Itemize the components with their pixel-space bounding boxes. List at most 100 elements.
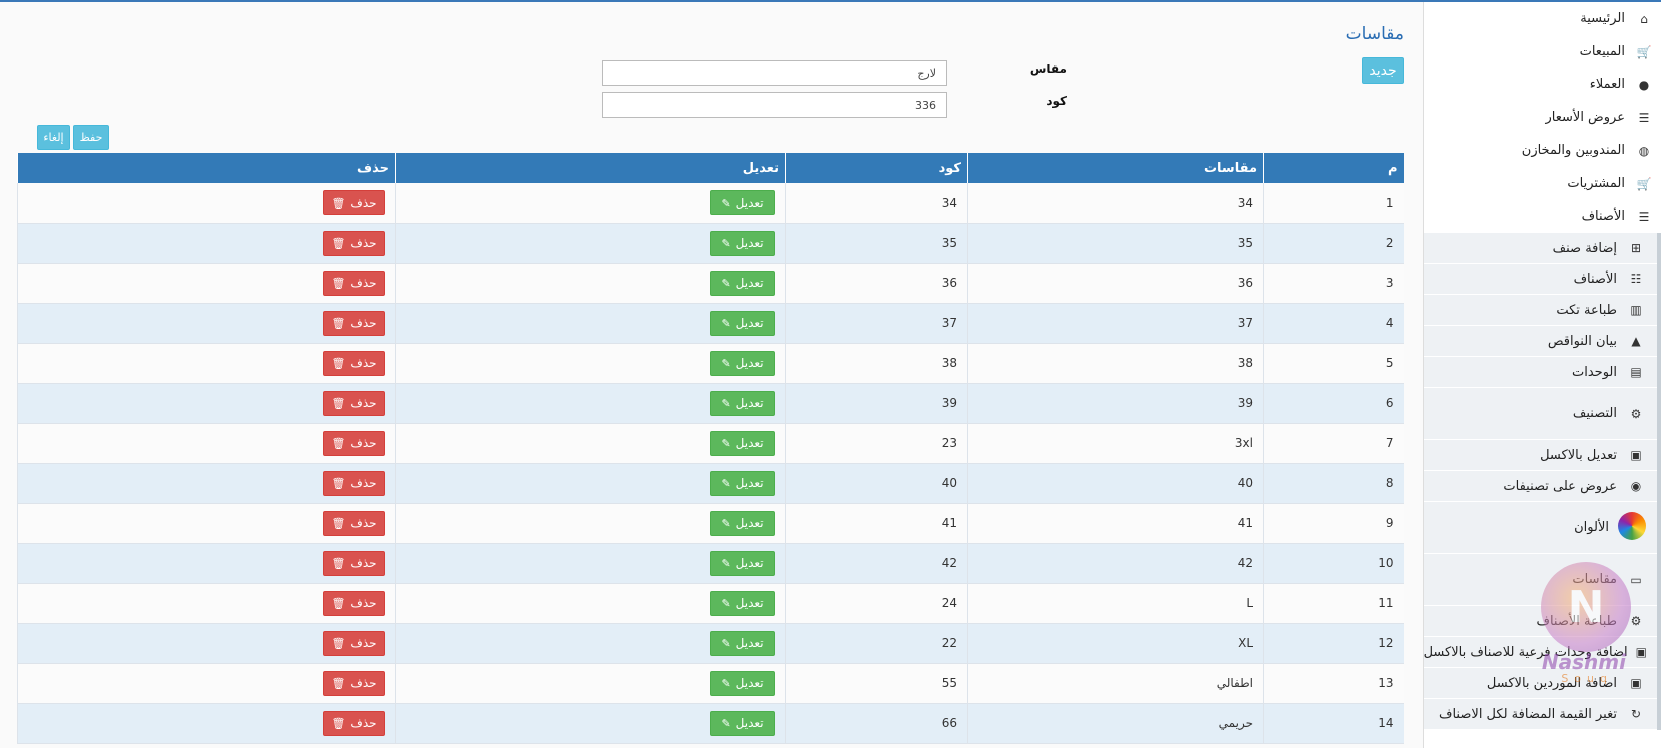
cart-icon: 🛒 bbox=[1636, 176, 1652, 191]
edit-button[interactable]: تعديل ✎ bbox=[710, 430, 775, 456]
cell-delete: حذف 🗑 bbox=[17, 303, 396, 344]
sidebar: ⌂ الرئيسية 🛒 المبيعات ● العملاء ☰ عروض الأسعار ◍… bbox=[1423, 2, 1661, 748]
cell-n: 12 bbox=[1263, 623, 1404, 664]
sidebar-subitem[interactable]: ▥ طباعة تكت bbox=[1424, 295, 1657, 326]
table-header-row: م مقاسات كود تعديل حذف bbox=[17, 153, 1404, 183]
sidebar-subitem[interactable]: ⊞ إضافة صنف bbox=[1424, 233, 1657, 264]
cell-code: 36 bbox=[785, 263, 968, 304]
delete-button[interactable]: حذف 🗑 bbox=[323, 350, 385, 376]
plus-square-icon: ⊞ bbox=[1630, 241, 1642, 255]
delete-button[interactable]: حذف 🗑 bbox=[323, 710, 385, 736]
sidebar-subitem[interactable]: ◉ عروض على تصنيفات bbox=[1424, 471, 1657, 502]
cell-n: 8 bbox=[1263, 463, 1404, 504]
edit-button[interactable]: تعديل ✎ bbox=[710, 350, 775, 376]
delete-button-label: حذف bbox=[350, 476, 377, 490]
sidebar-subitem[interactable]: ⚙ التصنيف bbox=[1424, 388, 1657, 440]
save-button[interactable]: حفظ bbox=[73, 125, 109, 150]
sidebar-item[interactable]: ⌂ الرئيسية bbox=[1424, 2, 1661, 35]
cell-delete: حذف 🗑 bbox=[17, 263, 396, 304]
sidebar-item[interactable]: ☰ عروض الأسعار bbox=[1424, 101, 1661, 134]
delete-button[interactable]: حذف 🗑 bbox=[323, 670, 385, 696]
delete-button[interactable]: حذف 🗑 bbox=[323, 550, 385, 576]
edit-button[interactable]: تعديل ✎ bbox=[710, 510, 775, 536]
excel-icon: ▣ bbox=[1630, 676, 1642, 690]
cell-delete: حذف 🗑 bbox=[17, 663, 396, 704]
cell-edit: تعديل ✎ bbox=[395, 623, 786, 664]
warning-icon: ▲ bbox=[1631, 334, 1641, 348]
cell-size: اطفالي bbox=[967, 663, 1264, 704]
sidebar-item[interactable]: ☰ الأصناف bbox=[1424, 200, 1661, 233]
edit-button[interactable]: تعديل ✎ bbox=[710, 270, 775, 296]
edit-icon: ✎ bbox=[721, 637, 731, 650]
edit-button[interactable]: تعديل ✎ bbox=[710, 230, 775, 256]
table-row: 8 40 40 تعديل✎ حذف🗑 bbox=[17, 463, 1404, 504]
cell-code: 24 bbox=[785, 583, 968, 624]
delete-button[interactable]: حذف 🗑 bbox=[323, 190, 385, 216]
delete-button[interactable]: حذف 🗑 bbox=[323, 430, 385, 456]
sidebar-item[interactable]: ● العملاء bbox=[1424, 68, 1661, 101]
watermark-name: Nashmi bbox=[1541, 650, 1626, 674]
edit-icon: ✎ bbox=[721, 477, 731, 490]
cell-edit: تعديل ✎ bbox=[395, 343, 786, 384]
sidebar-subitem[interactable]: ↻ تغير القيمة المضافة لكل الاصناف bbox=[1424, 699, 1657, 730]
edit-icon: ✎ bbox=[721, 196, 731, 210]
delete-button[interactable]: حذف 🗑 bbox=[323, 510, 385, 536]
cell-n: 14 bbox=[1263, 703, 1404, 744]
sidebar-subitem-label: الوحدات bbox=[1572, 364, 1617, 380]
new-button[interactable]: جديد bbox=[1362, 57, 1404, 84]
edit-button-label: تعديل bbox=[735, 556, 764, 570]
delete-button[interactable]: حذف 🗑 bbox=[323, 590, 385, 616]
edit-button[interactable]: تعديل ✎ bbox=[710, 590, 775, 616]
header-index: م bbox=[1263, 153, 1404, 183]
delete-button[interactable]: حذف 🗑 bbox=[323, 230, 385, 256]
table-row: 6 39 39 تعديل✎ حذف🗑 bbox=[17, 383, 1404, 424]
edit-button[interactable]: تعديل ✎ bbox=[710, 670, 775, 696]
delete-button[interactable]: حذف 🗑 bbox=[323, 310, 385, 336]
cell-edit: تعديل ✎ bbox=[395, 503, 786, 544]
edit-button-label: تعديل bbox=[735, 476, 764, 490]
edit-button-label: تعديل bbox=[735, 396, 764, 410]
edit-icon: ✎ bbox=[721, 717, 731, 730]
table-body: 1 34 34 تعديل✎ حذف🗑 2 35 35 تعديل✎ حذف🗑 3 36 36 تعديل… bbox=[17, 183, 1404, 744]
edit-button[interactable]: تعديل ✎ bbox=[710, 630, 775, 656]
edit-button-label: تعديل bbox=[735, 356, 764, 370]
delete-button[interactable]: حذف 🗑 bbox=[323, 390, 385, 416]
cell-delete: حذف 🗑 bbox=[17, 423, 396, 464]
sidebar-subitem[interactable]: ▤ الوحدات bbox=[1424, 357, 1657, 388]
size-input[interactable] bbox=[602, 60, 947, 86]
sidebar-subitem[interactable]: ▲ بيان النواقص bbox=[1424, 326, 1657, 357]
cell-delete: حذف 🗑 bbox=[17, 543, 396, 584]
sidebar-item[interactable]: 🛒 المبيعات bbox=[1424, 35, 1661, 68]
edit-button[interactable]: تعديل ✎ bbox=[710, 190, 775, 216]
sidebar-subitem[interactable]: الألوان bbox=[1424, 502, 1657, 554]
delete-button[interactable]: حذف 🗑 bbox=[323, 270, 385, 296]
cancel-button[interactable]: إلغاء bbox=[37, 125, 70, 150]
delete-button[interactable]: حذف 🗑 bbox=[323, 630, 385, 656]
table-row: 13 اطفالي 55 تعديل ✎ حذف 🗑 bbox=[17, 663, 1404, 704]
sidebar-subitem-label: تعديل بالاكسل bbox=[1540, 447, 1617, 463]
cell-n: 3 bbox=[1263, 263, 1404, 304]
sidebar-item[interactable]: ◍ المندوبين والمخازن bbox=[1424, 134, 1661, 167]
edit-button[interactable]: تعديل ✎ bbox=[710, 310, 775, 336]
sidebar-subitem[interactable]: ▣ تعديل بالاكسل bbox=[1424, 440, 1657, 471]
category-gear-icon: ⚙ bbox=[1630, 406, 1642, 421]
sidebar-item[interactable]: 🛒 المشتريات bbox=[1424, 167, 1661, 200]
sidebar-subitem[interactable]: ☷ الأصناف bbox=[1424, 264, 1657, 295]
edit-button[interactable]: تعديل ✎ bbox=[710, 710, 775, 736]
edit-icon: ✎ bbox=[721, 677, 731, 690]
sidebar-item-label: العملاء bbox=[1589, 77, 1625, 92]
delete-button-label: حذف bbox=[350, 316, 377, 330]
edit-button[interactable]: تعديل ✎ bbox=[710, 550, 775, 576]
cell-n: 9 bbox=[1263, 503, 1404, 544]
cell-edit: تعديل ✎ bbox=[395, 263, 786, 304]
edit-button-label: تعديل bbox=[735, 636, 764, 650]
delete-button-label: حذف bbox=[350, 556, 377, 570]
table-row: 12 XL 22 تعديل ✎ حذف 🗑 bbox=[17, 623, 1404, 664]
edit-button[interactable]: تعديل ✎ bbox=[710, 390, 775, 416]
trash-icon: 🗑 bbox=[331, 317, 346, 330]
edit-button[interactable]: تعديل ✎ bbox=[710, 470, 775, 496]
delete-button[interactable]: حذف 🗑 bbox=[323, 470, 385, 496]
code-input[interactable] bbox=[602, 92, 947, 118]
edit-icon: ✎ bbox=[721, 597, 731, 610]
main-content: مقاسات جديد مقاس كود حفظ إلغاء م مقاسات … bbox=[0, 2, 1423, 748]
